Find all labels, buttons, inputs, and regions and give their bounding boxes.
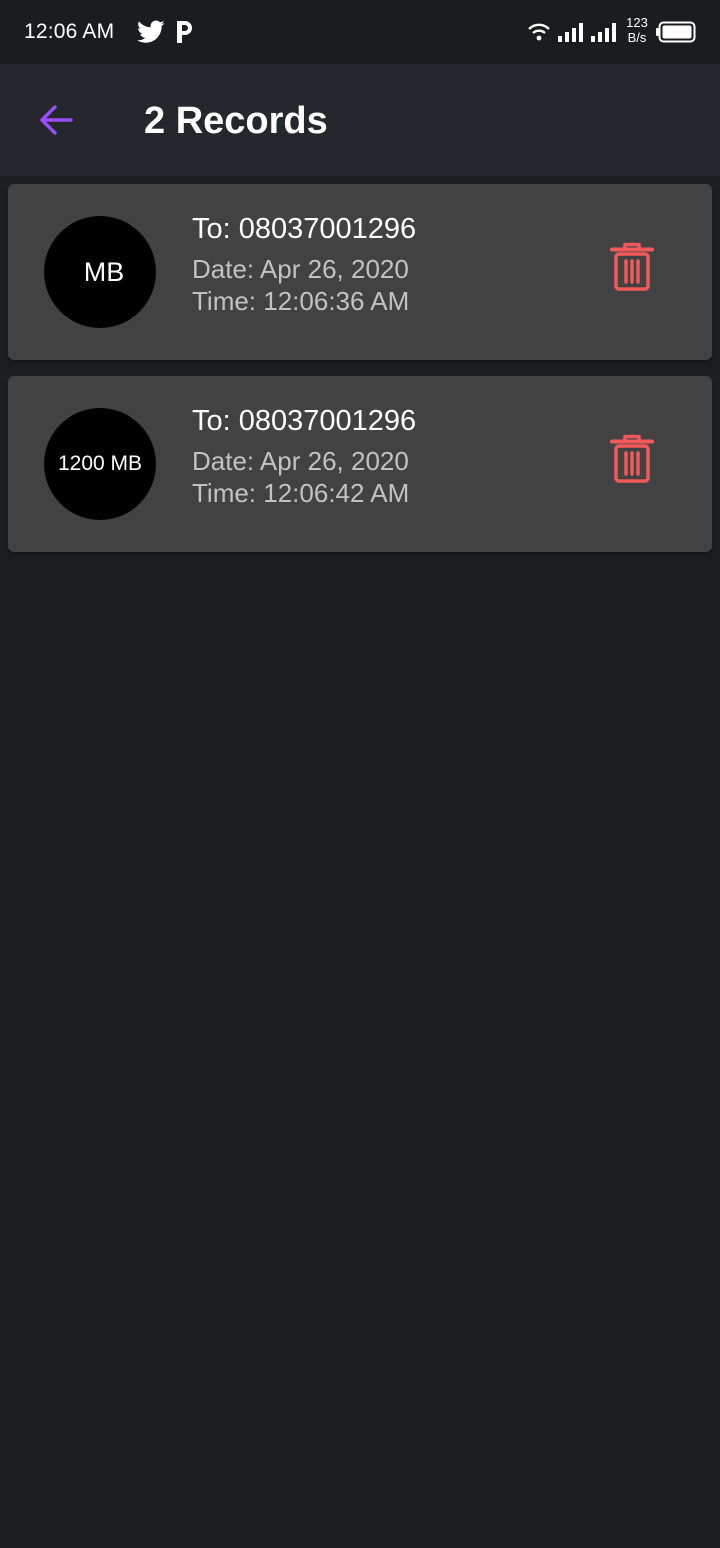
battery-icon <box>656 21 696 43</box>
trash-icon <box>610 434 654 483</box>
twitter-icon <box>137 20 165 43</box>
record-recipient: To: 08037001296 <box>192 405 417 437</box>
record-date: Date: Apr 26, 2020 <box>192 446 409 476</box>
p-app-icon <box>177 21 192 43</box>
record-card[interactable]: 1200 MB To: 08037001296 Date: Apr 26, 20… <box>8 376 712 552</box>
record-time: Time: 12:06:36 AM <box>192 286 410 316</box>
record-size-avatar: 1200 MB <box>44 408 156 520</box>
signal-icon <box>558 23 583 42</box>
record-card[interactable]: MB To: 08037001296 Date: Apr 26, 2020 Ti… <box>8 184 712 360</box>
delete-record-button[interactable] <box>606 430 658 488</box>
network-speed: 123 B/s <box>624 15 650 45</box>
record-recipient: To: 08037001296 <box>192 213 417 245</box>
network-speed-value: 123 <box>626 15 648 30</box>
network-speed-unit: B/s <box>627 30 647 45</box>
record-date: Date: Apr 26, 2020 <box>192 254 409 284</box>
delete-record-button[interactable] <box>606 238 658 296</box>
signal-icon <box>591 23 616 42</box>
status-time: 12:06 AM <box>24 20 115 43</box>
trash-icon <box>610 242 654 291</box>
back-button[interactable] <box>28 92 84 148</box>
arrow-left-icon <box>40 105 73 135</box>
status-bar: 12:06 AM 123 B/s <box>0 0 720 64</box>
record-time: Time: 12:06:42 AM <box>192 478 410 508</box>
page-title: 2 Records <box>144 100 328 142</box>
wifi-icon <box>528 23 550 41</box>
record-size-avatar: MB <box>44 216 156 328</box>
app-bar <box>0 64 720 176</box>
